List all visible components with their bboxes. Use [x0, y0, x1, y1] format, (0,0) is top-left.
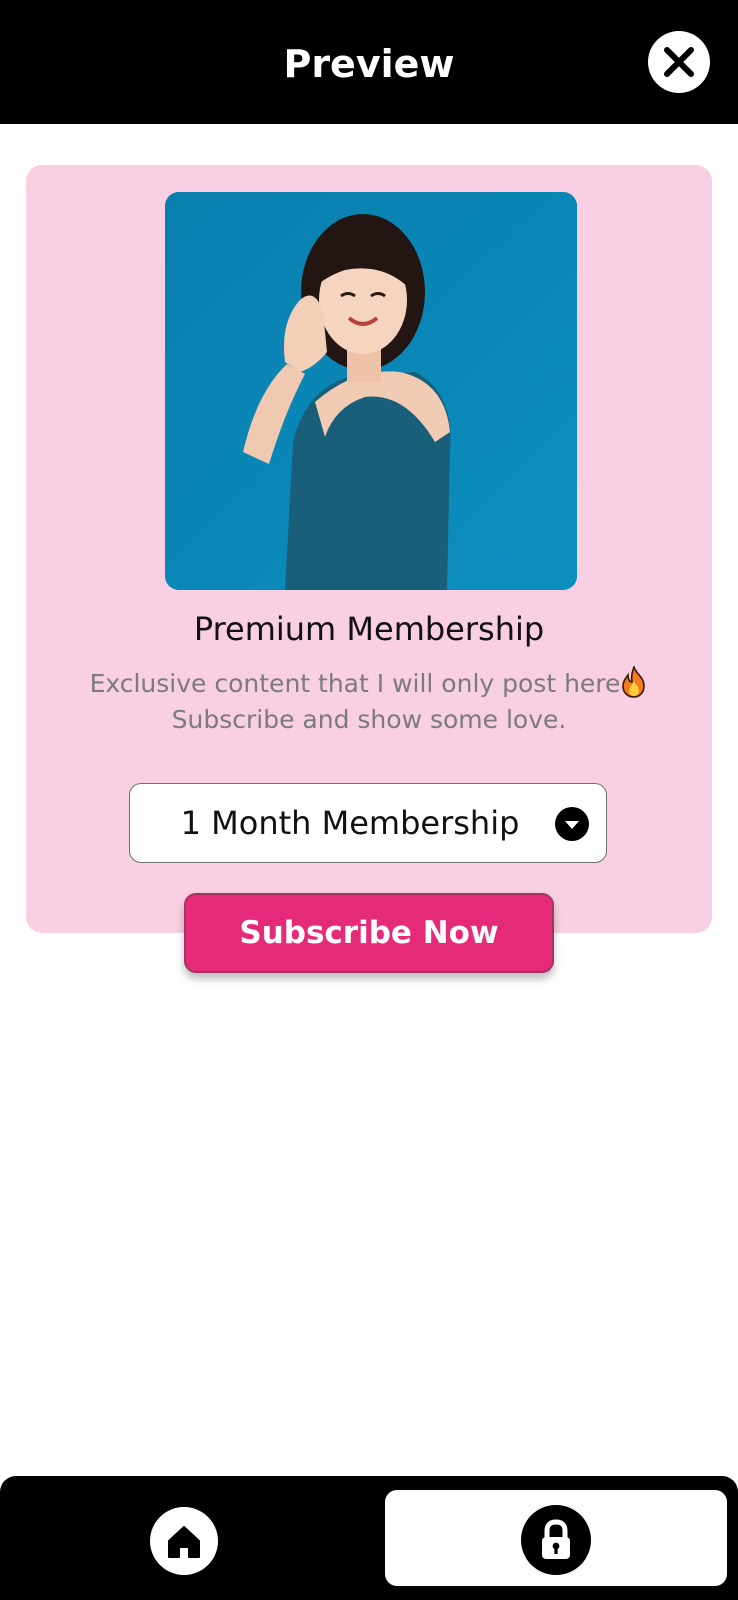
plan-description-line-1: Exclusive content that I will only post … [89, 669, 621, 698]
home-icon [168, 1526, 200, 1558]
top-bar: Preview [0, 0, 738, 124]
membership-photo [165, 192, 577, 590]
membership-duration-value: 1 Month Membership [180, 804, 520, 842]
chevron-down-icon [555, 807, 589, 841]
nav-lock-button[interactable] [521, 1505, 591, 1575]
subscribe-button[interactable]: Subscribe Now [184, 893, 554, 973]
close-button[interactable] [648, 31, 710, 93]
page-title: Preview [283, 42, 455, 86]
lock-icon [542, 1519, 570, 1559]
fire-icon [622, 666, 646, 698]
plan-description: Exclusive content that I will only post … [60, 666, 678, 738]
close-icon [664, 47, 694, 77]
membership-duration-select[interactable]: 1 Month Membership [129, 783, 607, 863]
plan-title: Premium Membership [193, 610, 545, 648]
nav-home-button[interactable] [150, 1507, 218, 1575]
plan-description-line-2: Subscribe and show some love. [171, 705, 567, 734]
